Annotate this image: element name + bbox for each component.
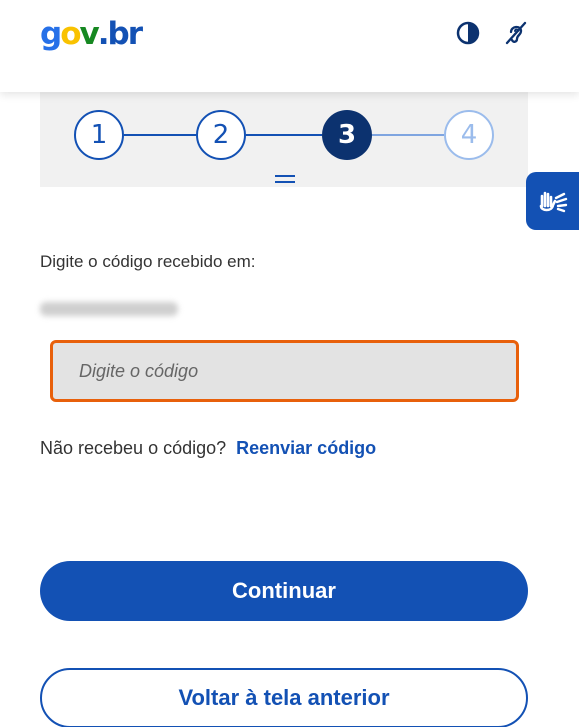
masked-contact — [40, 302, 178, 316]
step-4: 4 — [444, 110, 494, 160]
step-3-current: 3 — [322, 110, 372, 160]
logo-letter: g — [40, 16, 62, 52]
code-instruction: Digite o código recebido em: — [40, 252, 256, 271]
step-1[interactable]: 1 — [74, 110, 124, 160]
step-connector — [372, 134, 444, 136]
back-button[interactable]: Voltar à tela anterior — [40, 668, 528, 727]
progress-stepper: 1 2 3 4 — [40, 92, 528, 187]
step-connector — [124, 134, 196, 136]
resend-question: Não recebeu o código? — [40, 438, 227, 458]
resend-code-link[interactable]: Reenviar código — [236, 438, 376, 458]
resend-row: Não recebeu o código? Reenviar código — [40, 438, 376, 459]
logo-letter: b — [107, 16, 130, 52]
contrast-icon[interactable] — [455, 20, 481, 46]
step-connector — [246, 134, 322, 136]
continue-button[interactable]: Continuar — [40, 561, 528, 621]
logo-letter: o — [60, 16, 81, 52]
logo-letter: r — [127, 16, 143, 52]
govbr-logo[interactable]: gov.br — [40, 14, 143, 54]
sign-language-hands-icon — [539, 191, 567, 213]
sign-language-button[interactable] — [526, 172, 579, 230]
step-2[interactable]: 2 — [196, 110, 246, 160]
verification-code-input[interactable] — [50, 340, 519, 402]
logo-letter: v — [79, 16, 100, 52]
logo-letter: . — [97, 16, 110, 52]
accessibility-hearing-icon[interactable] — [503, 20, 529, 46]
current-step-indicator — [275, 175, 295, 187]
header: gov.br — [0, 0, 579, 92]
